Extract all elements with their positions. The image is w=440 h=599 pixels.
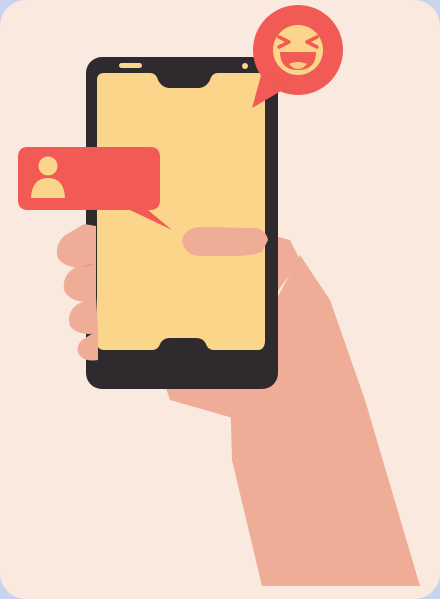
laughing-emoji-icon bbox=[273, 25, 323, 75]
phone-speaker bbox=[119, 63, 142, 68]
thumb bbox=[182, 227, 268, 256]
phone-screen bbox=[97, 73, 265, 350]
illustration-canvas bbox=[0, 0, 440, 599]
illustration-svg bbox=[0, 0, 440, 599]
phone-camera bbox=[242, 63, 248, 69]
smartphone bbox=[86, 57, 278, 389]
